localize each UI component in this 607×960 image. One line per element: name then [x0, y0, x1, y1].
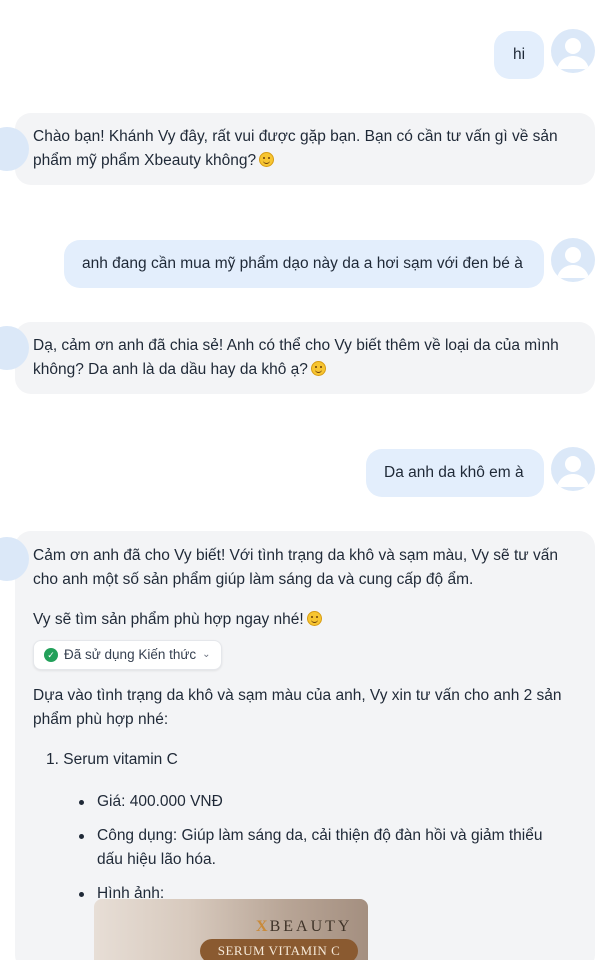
- product-usage-line: dấu hiệu lão hóa.: [97, 851, 216, 868]
- brand-logo: X BEAUTY: [256, 915, 352, 939]
- bot-message-line: Dạ, cảm ơn anh đã chia sẻ! Anh có thể ch…: [33, 337, 559, 354]
- bot-reply-bubble: Cảm ơn anh đã cho Vy biết! Với tình trạn…: [0, 531, 595, 960]
- bot-message-bubble: Dạ, cảm ơn anh đã chia sẻ! Anh có thể ch…: [0, 322, 595, 394]
- bot-message-bubble: Chào bạn! Khánh Vy đây, rất vui được gặp…: [0, 113, 595, 185]
- knowledge-used-label: Đã sử dụng Kiến thức: [64, 647, 197, 662]
- product-price: Giá: 400.000 VNĐ: [77, 790, 543, 814]
- user-avatar-icon: [557, 38, 589, 69]
- product-usage-line: Công dụng: Giúp làm sáng da, cải thiện đ…: [97, 827, 543, 844]
- reply-intro: Cảm ơn anh đã cho Vy biết! Với tình trạn…: [33, 544, 558, 592]
- reply-searching: Vy sẽ tìm sản phẩm phù hợp ngay nhé!: [33, 608, 322, 632]
- user-message-bubble: anh đang cần mua mỹ phẩm dạo này da a hơ…: [64, 240, 544, 288]
- product-title: 1. Serum vitamin C: [46, 751, 178, 768]
- bot-avatar: [0, 326, 29, 370]
- user-message-text: Da anh da khô em à: [384, 464, 524, 481]
- reply-advice-line: phẩm phù hợp nhé:: [33, 711, 169, 728]
- user-message-text: anh đang cần mua mỹ phẩm dạo này da a hơ…: [82, 255, 523, 272]
- user-avatar-icon: [557, 247, 589, 278]
- brand-logo-text: BEAUTY: [269, 918, 353, 935]
- reply-advice-line: Dựa vào tình trạng da khô và sạm màu của…: [33, 687, 562, 704]
- smiling-face-emoji-icon: [259, 152, 275, 167]
- reply-advice: Dựa vào tình trạng da khô và sạm màu của…: [33, 684, 562, 732]
- bot-avatar: [0, 537, 29, 581]
- reply-intro-line: Cảm ơn anh đã cho Vy biết! Với tình trạn…: [33, 547, 558, 564]
- user-avatar: [551, 238, 595, 282]
- bot-avatar: [0, 127, 29, 171]
- product-image[interactable]: X BEAUTY SERUM VITAMIN C: [94, 899, 368, 960]
- reply-intro-line: cho anh một số sản phẩm giúp làm sáng da…: [33, 571, 474, 588]
- user-message-bubble: hi: [494, 31, 544, 79]
- user-avatar: [551, 29, 595, 73]
- user-avatar: [551, 447, 595, 491]
- bot-message-line: Chào bạn! Khánh Vy đây, rất vui được gặp…: [33, 128, 558, 145]
- product-details-list: Giá: 400.000 VNĐ Công dụng: Giúp làm sán…: [77, 790, 543, 906]
- smiling-face-emoji-icon: [306, 611, 322, 626]
- smiling-face-emoji-icon: [310, 361, 326, 376]
- brand-logo-mark: X: [256, 918, 268, 935]
- product-usage: Công dụng: Giúp làm sáng da, cải thiện đ…: [77, 824, 543, 872]
- check-circle-icon: ✓: [44, 648, 58, 662]
- bot-message-line: không? Da anh là da dầu hay da khô ạ?: [33, 361, 308, 378]
- bot-message-line: phẩm mỹ phẩm Xbeauty không?: [33, 152, 257, 169]
- user-message-bubble: Da anh da khô em à: [366, 449, 544, 497]
- reply-searching-text: Vy sẽ tìm sản phẩm phù hợp ngay nhé!: [33, 611, 304, 628]
- chevron-down-icon: ⌄: [202, 649, 211, 660]
- knowledge-used-toggle[interactable]: ✓ Đã sử dụng Kiến thức ⌄: [33, 640, 222, 670]
- product-label-tag: SERUM VITAMIN C: [200, 939, 358, 960]
- user-message-text: hi: [512, 46, 526, 63]
- product-price-text: Giá: 400.000 VNĐ: [97, 793, 223, 810]
- user-avatar-icon: [557, 456, 589, 487]
